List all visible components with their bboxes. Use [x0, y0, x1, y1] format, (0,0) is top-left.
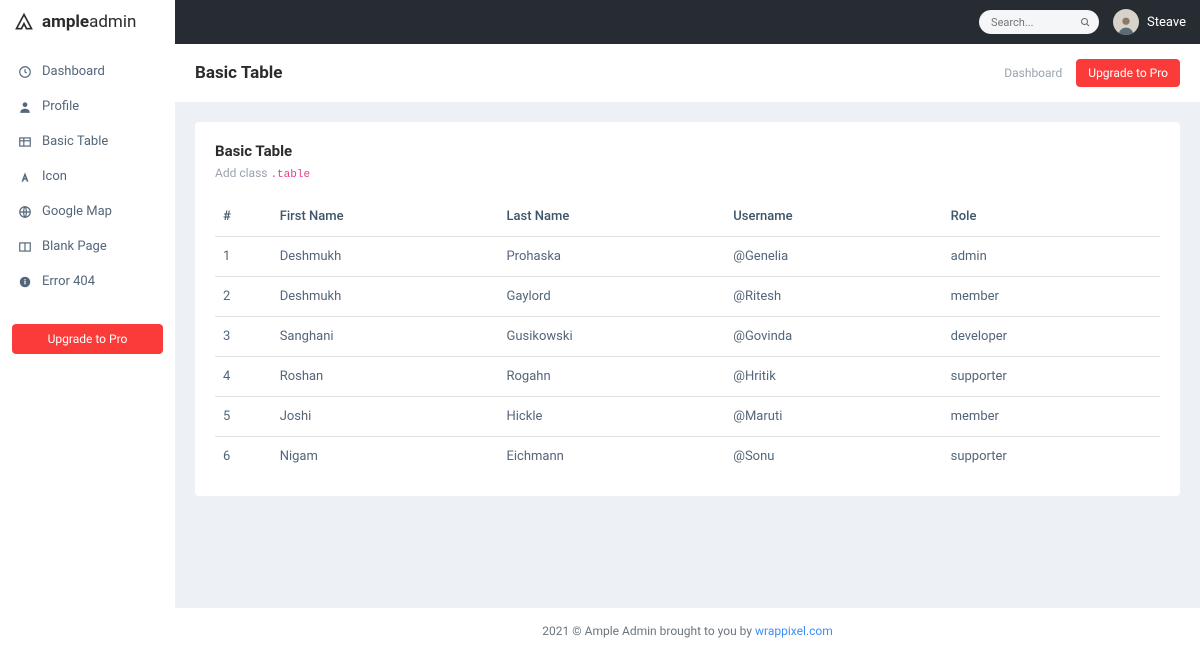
data-table: # First Name Last Name Username Role 1De… — [215, 197, 1160, 476]
sidebar-item-error-404[interactable]: Error 404 — [0, 264, 175, 299]
sidebar-item-icon[interactable]: Icon — [0, 159, 175, 194]
topbar: Steave — [175, 0, 1200, 44]
table-cell: Prohaska — [498, 237, 725, 277]
table-cell: 4 — [215, 357, 272, 397]
table-cell: @Maruti — [725, 397, 942, 437]
header-upgrade-button[interactable]: Upgrade to Pro — [1076, 59, 1180, 87]
clock-icon — [18, 65, 32, 79]
table-cell: Nigam — [272, 437, 499, 477]
globe-icon — [18, 205, 32, 219]
table-cell: @Govinda — [725, 317, 942, 357]
columns-icon — [18, 240, 32, 254]
sidebar-item-blank-page[interactable]: Blank Page — [0, 229, 175, 264]
table-cell: Deshmukh — [272, 237, 499, 277]
card-title: Basic Table — [215, 142, 1160, 160]
footer-text: 2021 © Ample Admin brought to you by — [542, 624, 755, 638]
table-cell: developer — [943, 317, 1160, 357]
table-cell: 6 — [215, 437, 272, 477]
sidebar-item-basic-table[interactable]: Basic Table — [0, 124, 175, 159]
table-cell: 5 — [215, 397, 272, 437]
table-cell: admin — [943, 237, 1160, 277]
table-row: 6NigamEichmann@Sonusupporter — [215, 437, 1160, 477]
table-cell: @Ritesh — [725, 277, 942, 317]
table-cell: 2 — [215, 277, 272, 317]
page-title: Basic Table — [195, 63, 282, 83]
sidebar-item-google-map[interactable]: Google Map — [0, 194, 175, 229]
table-cell: @Hritik — [725, 357, 942, 397]
table-cell: Deshmukh — [272, 277, 499, 317]
sidebar-item-label: Dashboard — [42, 64, 105, 79]
card-subtitle: Add class .table — [215, 166, 1160, 181]
table-row: 4RoshanRogahn@Hritiksupporter — [215, 357, 1160, 397]
table-row: 5JoshiHickle@Marutimember — [215, 397, 1160, 437]
sidebar-item-profile[interactable]: Profile — [0, 89, 175, 124]
footer: 2021 © Ample Admin brought to you by wra… — [175, 608, 1200, 654]
sidebar: ampleadmin Dashboard Profile Basic Table… — [0, 0, 175, 654]
table-row: 3SanghaniGusikowski@Govindadeveloper — [215, 317, 1160, 357]
page-header: Basic Table Dashboard Upgrade to Pro — [175, 44, 1200, 102]
info-icon — [18, 275, 32, 289]
table-cell: @Sonu — [725, 437, 942, 477]
sidebar-nav: Dashboard Profile Basic Table Icon Googl… — [0, 44, 175, 309]
table-cell: Sanghani — [272, 317, 499, 357]
table-cell: member — [943, 397, 1160, 437]
footer-link[interactable]: wrappixel.com — [755, 624, 833, 638]
table-cell: @Genelia — [725, 237, 942, 277]
card: Basic Table Add class .table # First Nam… — [195, 122, 1180, 496]
profile-name: Steave — [1147, 15, 1186, 30]
sidebar-item-label: Basic Table — [42, 134, 108, 149]
breadcrumb[interactable]: Dashboard — [1004, 66, 1062, 80]
sidebar-item-label: Profile — [42, 99, 79, 114]
search-box — [979, 10, 1099, 34]
table-cell: Hickle — [498, 397, 725, 437]
table-row: 1DeshmukhProhaska@Geneliaadmin — [215, 237, 1160, 277]
avatar — [1113, 9, 1139, 35]
card-subtitle-code: .table — [270, 169, 310, 181]
table-cell: Eichmann — [498, 437, 725, 477]
sidebar-item-label: Blank Page — [42, 239, 107, 254]
table-cell: Gusikowski — [498, 317, 725, 357]
table-header: # — [215, 197, 272, 237]
table-icon — [18, 135, 32, 149]
logo[interactable]: ampleadmin — [0, 0, 175, 44]
logo-text: ampleadmin — [42, 12, 136, 32]
card-subtitle-text: Add class — [215, 166, 270, 180]
profile-menu[interactable]: Steave — [1113, 9, 1186, 35]
sidebar-item-dashboard[interactable]: Dashboard — [0, 54, 175, 89]
table-header: Username — [725, 197, 942, 237]
table-cell: Rogahn — [498, 357, 725, 397]
logo-mark-icon — [14, 12, 34, 32]
table-cell: 3 — [215, 317, 272, 357]
sidebar-item-label: Google Map — [42, 204, 112, 219]
sidebar-upgrade-button[interactable]: Upgrade to Pro — [12, 324, 163, 354]
table-header-row: # First Name Last Name Username Role — [215, 197, 1160, 237]
sidebar-item-label: Icon — [42, 169, 67, 184]
table-row: 2DeshmukhGaylord@Riteshmember — [215, 277, 1160, 317]
search-icon[interactable] — [1079, 16, 1091, 28]
table-cell: Roshan — [272, 357, 499, 397]
table-header: First Name — [272, 197, 499, 237]
table-cell: Gaylord — [498, 277, 725, 317]
table-cell: member — [943, 277, 1160, 317]
font-icon — [18, 170, 32, 184]
table-header: Role — [943, 197, 1160, 237]
table-cell: supporter — [943, 357, 1160, 397]
sidebar-item-label: Error 404 — [42, 274, 95, 289]
table-cell: supporter — [943, 437, 1160, 477]
table-cell: Joshi — [272, 397, 499, 437]
table-cell: 1 — [215, 237, 272, 277]
user-icon — [18, 100, 32, 114]
table-header: Last Name — [498, 197, 725, 237]
